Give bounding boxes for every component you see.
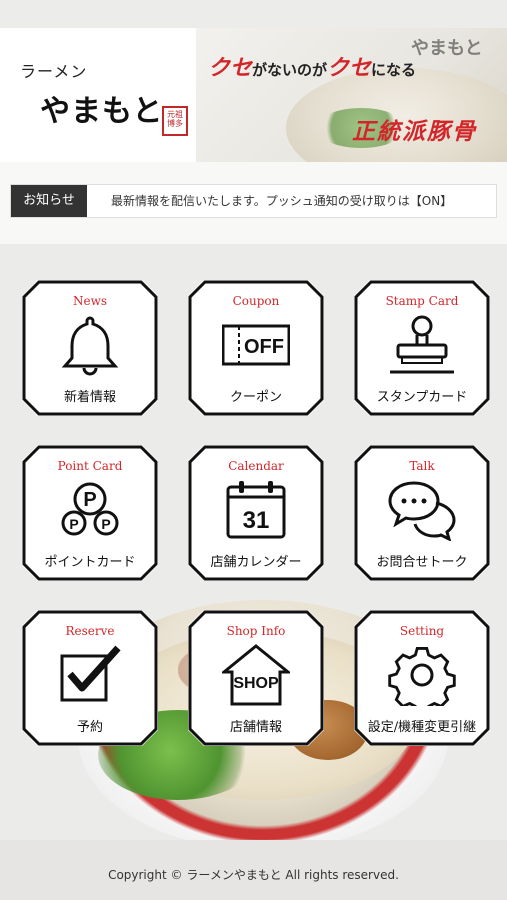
checkbox-icon xyxy=(56,644,124,706)
tile-label-ja: ポイントカード xyxy=(44,555,136,570)
tile-label-ja: 設定/機種変更引継 xyxy=(367,720,477,735)
svg-text:P: P xyxy=(69,516,78,532)
calendar-icon: 31 xyxy=(222,479,290,541)
banner-slogan-line2: 正統派豚骨 xyxy=(352,118,477,145)
tile-label-ja: お問合せトーク xyxy=(376,555,468,570)
footer: Copyright © ラーメンやまもと All rights reserved… xyxy=(0,840,507,900)
brand-seal: 元祖博多 xyxy=(162,106,188,136)
tile-title-en: Setting xyxy=(399,624,445,638)
svg-text:31: 31 xyxy=(243,507,270,534)
tile-title-en: Reserve xyxy=(65,624,115,638)
tile-title-en: Shop Info xyxy=(226,624,286,638)
brand-logo-text: やまもと xyxy=(40,94,164,129)
tile-label-ja: 新着情報 xyxy=(63,390,116,405)
tile-title-en: Calendar xyxy=(228,459,284,473)
tile-label-ja: 店舗カレンダー xyxy=(210,555,302,570)
tile-label-ja: クーポン xyxy=(229,390,282,405)
tile-title-en: Coupon xyxy=(232,294,280,308)
tile-label-ja: スタンプカード xyxy=(376,390,468,405)
menu-tile-point-card[interactable]: Point Card P P P ポイントカード xyxy=(22,445,158,581)
menu-tile-stamp-card[interactable]: Stamp Card スタンプカード xyxy=(354,280,490,416)
tile-label-ja: 店舗情報 xyxy=(229,720,282,735)
bell-icon xyxy=(56,314,124,376)
notice-text: 最新情報を配信いたします。プッシュ通知の受け取りは【ON】 xyxy=(111,194,453,208)
menu-tile-reserve[interactable]: Reserve 予約 xyxy=(22,610,158,746)
banner-slogan-line1: クセがないのがクセになる xyxy=(208,55,417,81)
tile-title-en: Point Card xyxy=(57,459,123,473)
menu-tile-setting[interactable]: Setting 設定/機種変更引継 xyxy=(354,610,490,746)
coupon-off-icon: OFF xyxy=(221,314,291,376)
gear-icon xyxy=(388,644,456,715)
header-banner: やまもと クセがないのがクセになる 正統派豚骨 xyxy=(196,28,507,162)
tile-title-en: Talk xyxy=(409,459,435,473)
svg-text:SHOP: SHOP xyxy=(233,675,279,692)
banner-brand-text: やまもと xyxy=(411,38,483,59)
tile-title-en: Stamp Card xyxy=(385,294,459,308)
notice-ticker[interactable]: お知らせ 最新情報を配信いたします。プッシュ通知の受け取りは【ON】 xyxy=(10,184,497,218)
shop-house-icon: SHOP xyxy=(219,644,293,706)
menu-tile-news[interactable]: News 新着情報 xyxy=(22,280,158,416)
tile-label-ja: 予約 xyxy=(76,720,103,735)
header: ラーメン やまもと 元祖博多 やまもと クセがないのがクセになる 正統派豚骨 xyxy=(0,28,507,162)
points-icon: PPP xyxy=(56,479,124,541)
svg-text:OFF: OFF xyxy=(244,336,284,358)
menu-tile-talk[interactable]: Talk お問合せトーク xyxy=(354,445,490,581)
menu-tile-coupon[interactable]: Coupon OFF クーポン xyxy=(188,280,324,416)
notice-label: お知らせ xyxy=(11,185,87,217)
chat-bubbles-icon xyxy=(388,479,456,542)
brand-subtitle: ラーメン xyxy=(20,62,88,81)
svg-text:P: P xyxy=(101,516,110,532)
svg-text:P: P xyxy=(83,489,96,511)
copyright-text: Copyright © ラーメンやまもと All rights reserved… xyxy=(108,868,399,882)
menu-tile-shop-info[interactable]: Shop Info SHOP 店舗情報 xyxy=(188,610,324,746)
tile-title-en: News xyxy=(72,294,108,308)
menu-tile-calendar[interactable]: Calendar 31 店舗カレンダー xyxy=(188,445,324,581)
stamp-icon xyxy=(388,314,456,376)
